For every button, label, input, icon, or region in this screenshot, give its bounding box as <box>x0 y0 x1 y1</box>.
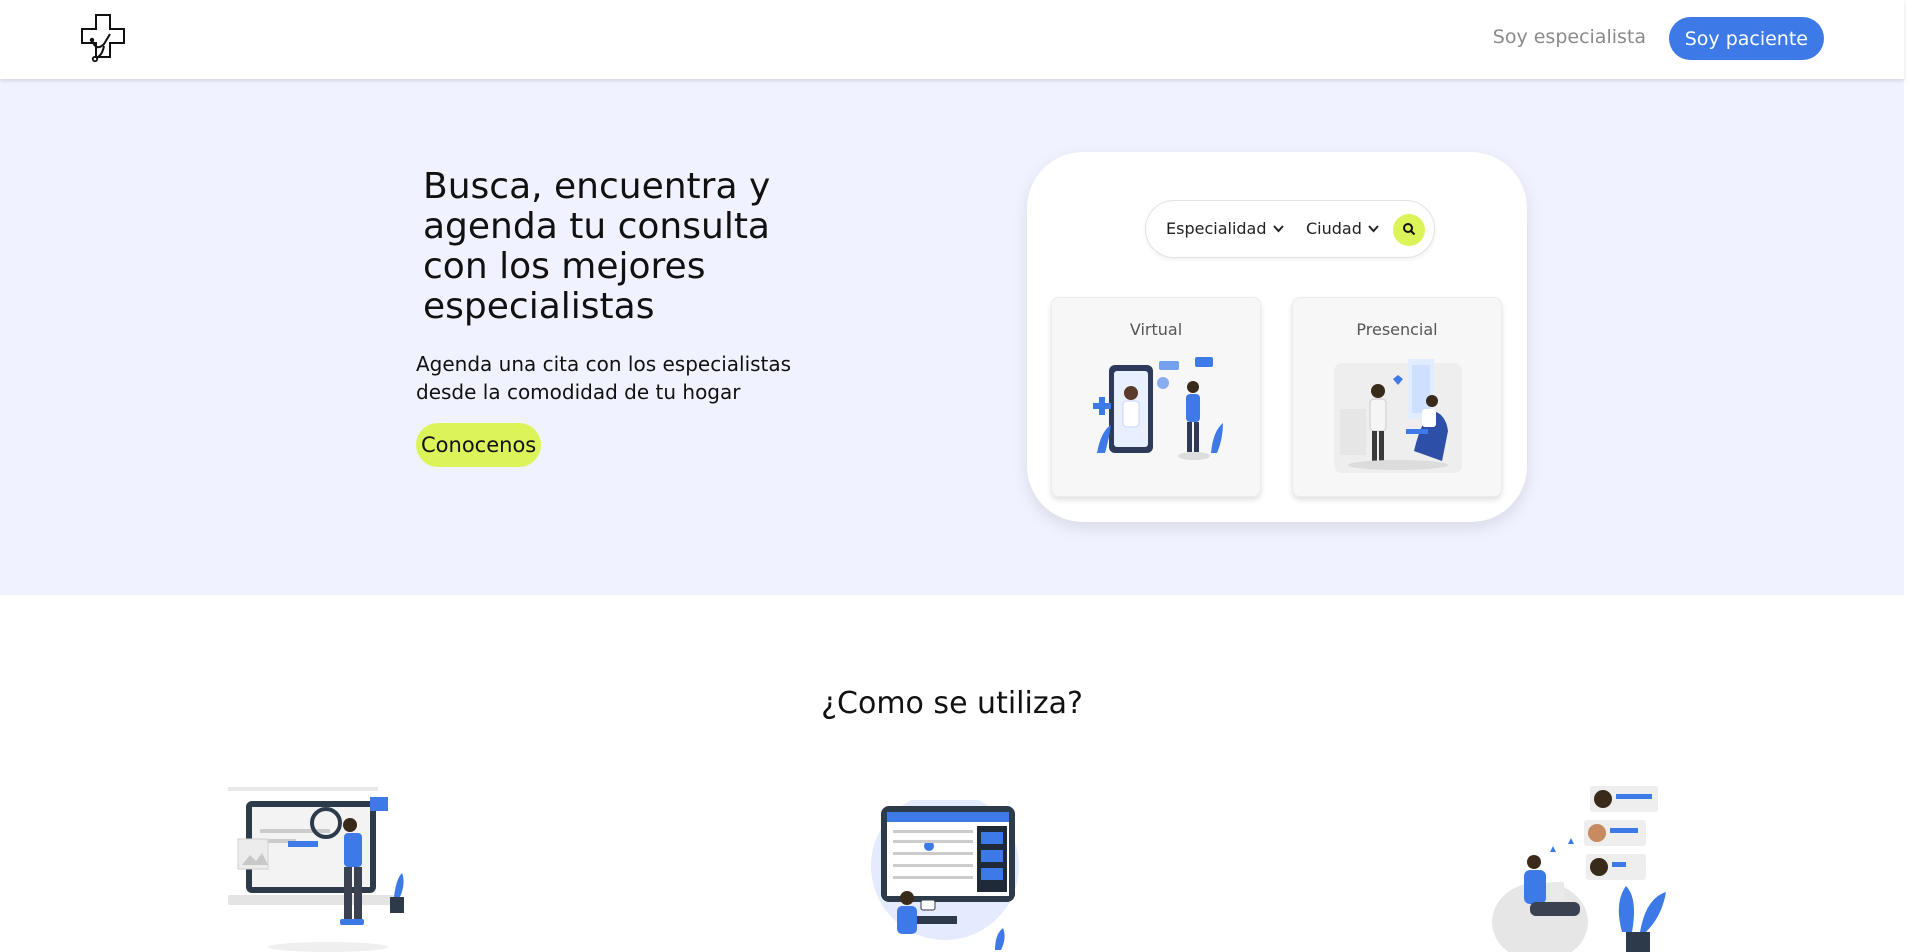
top-navbar: Soy especialista Soy paciente <box>0 0 1904 79</box>
hero-section: Busca, encuentra y agenda tu consulta co… <box>0 79 1904 595</box>
chevron-down-icon <box>1272 224 1284 232</box>
virtual-consultation-illustration <box>1093 357 1223 460</box>
search-bar: Especialidad Ciudad <box>1145 200 1435 258</box>
chevron-down-icon <box>1368 224 1379 232</box>
step-calendar-illustration <box>871 800 1019 950</box>
conocenos-button[interactable]: Conocenos <box>416 423 542 467</box>
how-it-works-title: ¿Como se utiliza? <box>821 686 1083 721</box>
logo-icon[interactable] <box>78 12 130 64</box>
patient-button[interactable]: Soy paciente <box>1668 17 1824 60</box>
in-person-consultation-illustration <box>1334 359 1462 473</box>
step-search-illustration <box>228 787 404 952</box>
search-icon <box>1403 222 1416 235</box>
search-button[interactable] <box>1393 214 1425 246</box>
hero-subtitle: Agenda una cita con los especialistas de… <box>416 352 792 404</box>
specialist-link[interactable]: Soy especialista <box>1493 26 1646 48</box>
city-select-label: Ciudad <box>1306 219 1362 238</box>
virtual-mode-card[interactable]: Virtual <box>1051 297 1261 497</box>
virtual-mode-label: Virtual <box>1129 320 1183 339</box>
step-reviews-illustration <box>1492 786 1666 952</box>
specialty-select[interactable]: Especialidad <box>1166 219 1284 238</box>
search-card: Especialidad Ciudad Virtual Presencial <box>1027 152 1527 522</box>
specialty-select-label: Especialidad <box>1166 219 1267 238</box>
hero-title: Busca, encuentra y agenda tu consulta co… <box>423 166 771 327</box>
city-select[interactable]: Ciudad <box>1306 219 1379 238</box>
presencial-mode-label: Presencial <box>1356 320 1438 339</box>
presencial-mode-card[interactable]: Presencial <box>1292 297 1502 497</box>
